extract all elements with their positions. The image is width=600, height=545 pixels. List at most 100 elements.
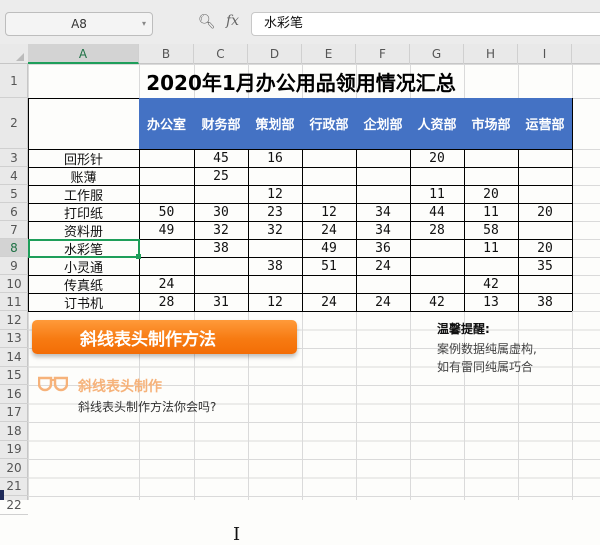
value-cell[interactable] [248, 167, 302, 185]
value-cell[interactable] [248, 239, 302, 257]
column-header-a[interactable]: A [28, 44, 139, 64]
select-all-corner[interactable] [0, 44, 28, 64]
column-header-e[interactable]: E [302, 44, 356, 64]
value-cell[interactable] [139, 185, 194, 203]
value-cell[interactable] [302, 167, 356, 185]
value-cell[interactable] [464, 149, 518, 167]
value-cell[interactable] [410, 239, 464, 257]
department-header[interactable]: 行政部 [302, 98, 356, 149]
value-cell[interactable] [518, 149, 572, 167]
item-name-cell[interactable]: 工作服 [28, 185, 139, 204]
value-cell[interactable]: 20 [410, 149, 464, 167]
value-cell[interactable]: 34 [356, 203, 410, 221]
value-cell[interactable] [464, 257, 518, 275]
value-cell[interactable]: 23 [248, 203, 302, 221]
value-cell[interactable]: 50 [139, 203, 194, 221]
value-cell[interactable]: 38 [518, 293, 572, 311]
column-header-h[interactable]: H [464, 44, 518, 64]
row-header-13[interactable]: 13 [0, 330, 28, 348]
column-header-c[interactable]: C [194, 44, 248, 64]
value-cell[interactable]: 34 [356, 221, 410, 239]
value-cell[interactable] [356, 167, 410, 185]
value-cell[interactable]: 12 [248, 293, 302, 311]
row-header-5[interactable]: 5 [0, 185, 28, 203]
row-header-15[interactable]: 15 [0, 367, 28, 385]
value-cell[interactable]: 31 [194, 293, 248, 311]
value-cell[interactable] [356, 275, 410, 293]
department-header[interactable]: 运营部 [518, 98, 572, 149]
value-cell[interactable]: 28 [139, 293, 194, 311]
value-cell[interactable] [194, 185, 248, 203]
item-name-cell[interactable]: 账薄 [28, 167, 139, 186]
department-header[interactable]: 策划部 [248, 98, 302, 149]
value-cell[interactable]: 24 [302, 293, 356, 311]
row-header-14[interactable]: 14 [0, 348, 28, 367]
value-cell[interactable]: 51 [302, 257, 356, 275]
department-header[interactable]: 企划部 [356, 98, 410, 149]
row-header-8[interactable]: 8 [0, 239, 28, 257]
row-header-2[interactable]: 2 [0, 98, 28, 149]
value-cell[interactable]: 32 [248, 221, 302, 239]
value-cell[interactable]: 58 [464, 221, 518, 239]
value-cell[interactable] [194, 275, 248, 293]
row-header-22[interactable]: 22 [0, 496, 28, 515]
fx-icon[interactable]: fx [226, 13, 239, 29]
item-name-cell[interactable]: 水彩笔 [28, 239, 139, 258]
value-cell[interactable]: 20 [518, 239, 572, 257]
item-name-cell[interactable]: 打印纸 [28, 203, 139, 222]
value-cell[interactable] [139, 239, 194, 257]
value-cell[interactable]: 49 [139, 221, 194, 239]
name-box[interactable]: A8 ▾ [5, 12, 153, 36]
column-header-i[interactable]: I [518, 44, 572, 64]
item-name-cell[interactable]: 订书机 [28, 293, 139, 312]
row-header-20[interactable]: 20 [0, 459, 28, 478]
value-cell[interactable] [518, 167, 572, 185]
value-cell[interactable]: 24 [356, 293, 410, 311]
value-cell[interactable]: 11 [464, 239, 518, 257]
value-cell[interactable]: 11 [464, 203, 518, 221]
column-header-d[interactable]: D [248, 44, 302, 64]
row-header-12[interactable]: 12 [0, 311, 28, 330]
value-cell[interactable]: 11 [410, 185, 464, 203]
value-cell[interactable] [518, 275, 572, 293]
row-header-7[interactable]: 7 [0, 221, 28, 239]
column-header-b[interactable]: B [139, 44, 194, 64]
value-cell[interactable]: 13 [464, 293, 518, 311]
department-header[interactable]: 人资部 [410, 98, 464, 149]
row-header-9[interactable]: 9 [0, 257, 28, 275]
value-cell[interactable] [139, 149, 194, 167]
item-name-cell[interactable]: 传真纸 [28, 275, 139, 294]
banner-button[interactable]: 斜线表头制作方法 [32, 320, 297, 354]
value-cell[interactable] [302, 185, 356, 203]
value-cell[interactable]: 25 [194, 167, 248, 185]
value-cell[interactable]: 24 [139, 275, 194, 293]
value-cell[interactable]: 16 [248, 149, 302, 167]
value-cell[interactable] [356, 185, 410, 203]
row-header-16[interactable]: 16 [0, 385, 28, 404]
value-cell[interactable] [139, 257, 194, 275]
row-header-17[interactable]: 17 [0, 404, 28, 422]
row-header-4[interactable]: 4 [0, 167, 28, 185]
value-cell[interactable]: 32 [194, 221, 248, 239]
chevron-down-icon[interactable]: ▾ [142, 13, 146, 35]
row-header-21[interactable]: 21 [0, 478, 28, 496]
sheet-grid[interactable]: 办公室 财务部 策划部 行政部 企划部 人资部 市场部 运营部 回形针 45 16 20 账薄 25 工作服… [28, 64, 600, 545]
item-name-cell[interactable]: 回形针 [28, 149, 139, 168]
row-header-11[interactable]: 11 [0, 293, 28, 311]
value-cell[interactable] [518, 221, 572, 239]
value-cell[interactable] [139, 167, 194, 185]
value-cell[interactable] [302, 149, 356, 167]
value-cell[interactable]: 24 [356, 257, 410, 275]
value-cell[interactable] [410, 257, 464, 275]
row-header-19[interactable]: 19 [0, 441, 28, 459]
value-cell[interactable]: 36 [356, 239, 410, 257]
row-header-18[interactable]: 18 [0, 422, 28, 441]
item-name-cell[interactable]: 资料册 [28, 221, 139, 240]
value-cell[interactable] [248, 275, 302, 293]
value-cell[interactable] [302, 275, 356, 293]
value-cell[interactable] [518, 185, 572, 203]
row-header-6[interactable]: 6 [0, 203, 28, 221]
value-cell[interactable] [464, 167, 518, 185]
zoom-icon[interactable]: 🔍︎ [198, 14, 216, 30]
department-header[interactable]: 办公室 [139, 98, 194, 149]
